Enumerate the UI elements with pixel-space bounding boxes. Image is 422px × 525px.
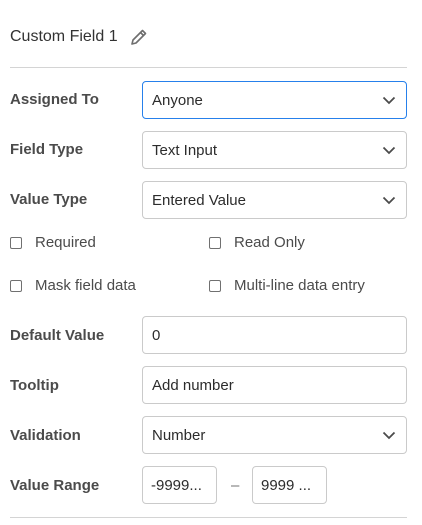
chevron-down-icon <box>382 430 396 440</box>
field-type-select[interactable]: Text Input <box>142 131 407 169</box>
assigned-to-label: Assigned To <box>10 91 99 108</box>
value-type-label: Value Type <box>10 191 88 208</box>
assigned-to-value: Anyone <box>152 91 203 109</box>
multi-line-checkbox-box[interactable] <box>209 279 221 292</box>
header-divider <box>10 67 407 68</box>
value-range-max-text: 9999 ... <box>261 476 312 494</box>
read-only-checkbox[interactable]: Read Only <box>209 234 305 251</box>
validation-label: Validation <box>10 427 81 444</box>
required-checkbox[interactable]: Required <box>10 234 96 251</box>
mask-field-data-checkbox-box[interactable] <box>10 279 22 292</box>
read-only-checkbox-box[interactable] <box>209 236 221 249</box>
multi-line-label: Multi-line data entry <box>234 277 365 294</box>
chevron-down-icon <box>382 145 396 155</box>
chevron-down-icon <box>382 95 396 105</box>
read-only-label: Read Only <box>234 234 305 251</box>
default-value-label: Default Value <box>10 327 105 344</box>
required-label: Required <box>35 234 96 251</box>
field-header: Custom Field 1 <box>10 22 150 52</box>
value-range-label: Value Range <box>10 477 100 494</box>
mask-field-data-checkbox[interactable]: Mask field data <box>10 277 136 294</box>
field-title: Custom Field 1 <box>10 28 118 45</box>
pencil-icon[interactable] <box>128 26 150 48</box>
tooltip-label: Tooltip <box>10 377 59 394</box>
default-value-input[interactable]: 0 <box>142 316 407 354</box>
mask-field-data-label: Mask field data <box>35 277 136 294</box>
value-range-min-text: -9999... <box>151 476 202 494</box>
validation-value: Number <box>152 426 206 444</box>
value-range-separator: – <box>231 477 240 494</box>
value-type-select[interactable]: Entered Value <box>142 181 407 219</box>
value-range-max-input[interactable]: 9999 ... <box>252 466 327 504</box>
field-type-label: Field Type <box>10 141 84 158</box>
tooltip-input[interactable]: Add number <box>142 366 407 404</box>
value-range-min-input[interactable]: -9999... <box>142 466 217 504</box>
footer-divider <box>10 517 407 518</box>
validation-select[interactable]: Number <box>142 416 407 454</box>
field-type-value: Text Input <box>152 141 218 159</box>
chevron-down-icon <box>382 195 396 205</box>
assigned-to-select[interactable]: Anyone <box>142 81 407 119</box>
value-type-value: Entered Value <box>152 191 246 209</box>
required-checkbox-box[interactable] <box>10 236 22 249</box>
default-value-text: 0 <box>152 326 161 344</box>
multi-line-checkbox[interactable]: Multi-line data entry <box>209 277 365 294</box>
tooltip-text: Add number <box>152 376 234 394</box>
